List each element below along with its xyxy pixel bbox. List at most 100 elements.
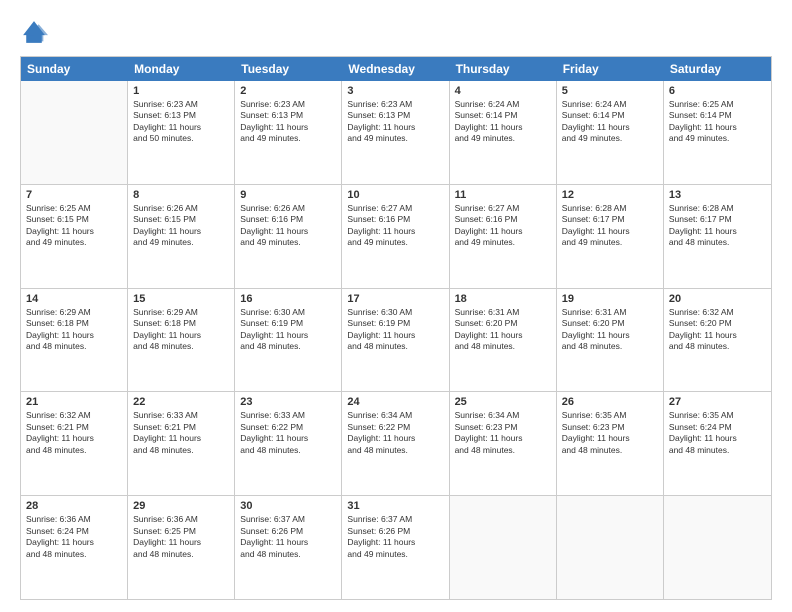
cell-content: Sunrise: 6:25 AM Sunset: 6:14 PM Dayligh… [669, 99, 766, 145]
cal-cell: 1 Sunrise: 6:23 AM Sunset: 6:13 PM Daylig… [128, 81, 235, 184]
day-number: 8 [133, 189, 229, 201]
day-number: 16 [240, 293, 336, 305]
cell-content: Sunrise: 6:23 AM Sunset: 6:13 PM Dayligh… [133, 99, 229, 145]
day-number: 23 [240, 396, 336, 408]
day-number: 22 [133, 396, 229, 408]
cell-content: Sunrise: 6:26 AM Sunset: 6:15 PM Dayligh… [133, 203, 229, 249]
cell-content: Sunrise: 6:24 AM Sunset: 6:14 PM Dayligh… [562, 99, 658, 145]
cal-cell: 17 Sunrise: 6:30 AM Sunset: 6:19 PM Dayli… [342, 289, 449, 392]
cell-content: Sunrise: 6:24 AM Sunset: 6:14 PM Dayligh… [455, 99, 551, 145]
cal-cell: 11 Sunrise: 6:27 AM Sunset: 6:16 PM Dayli… [450, 185, 557, 288]
header-day-saturday: Saturday [664, 57, 771, 81]
cal-cell [450, 496, 557, 599]
cal-cell: 9 Sunrise: 6:26 AM Sunset: 6:16 PM Daylig… [235, 185, 342, 288]
cell-content: Sunrise: 6:35 AM Sunset: 6:23 PM Dayligh… [562, 410, 658, 456]
header-day-friday: Friday [557, 57, 664, 81]
day-number: 7 [26, 189, 122, 201]
day-number: 10 [347, 189, 443, 201]
cal-cell: 14 Sunrise: 6:29 AM Sunset: 6:18 PM Dayli… [21, 289, 128, 392]
day-number: 31 [347, 500, 443, 512]
cell-content: Sunrise: 6:36 AM Sunset: 6:24 PM Dayligh… [26, 514, 122, 560]
cal-cell: 5 Sunrise: 6:24 AM Sunset: 6:14 PM Daylig… [557, 81, 664, 184]
cell-content: Sunrise: 6:27 AM Sunset: 6:16 PM Dayligh… [347, 203, 443, 249]
cal-cell: 18Sunrise: 6:31 AM Sunset: 6:20 PM Dayli… [450, 289, 557, 392]
cal-cell: 21 Sunrise: 6:32 AM Sunset: 6:21 PM Dayli… [21, 392, 128, 495]
day-number: 4 [455, 85, 551, 97]
header-day-wednesday: Wednesday [342, 57, 449, 81]
cal-cell: 30 Sunrise: 6:37 AM Sunset: 6:26 PM Dayli… [235, 496, 342, 599]
week-row-2: 7 Sunrise: 6:25 AM Sunset: 6:15 PM Daylig… [21, 185, 771, 289]
cal-cell: 2 Sunrise: 6:23 AM Sunset: 6:13 PM Daylig… [235, 81, 342, 184]
week-row-3: 14 Sunrise: 6:29 AM Sunset: 6:18 PM Dayli… [21, 289, 771, 393]
cell-content: Sunrise: 6:23 AM Sunset: 6:13 PM Dayligh… [347, 99, 443, 145]
cal-cell [21, 81, 128, 184]
cal-cell: 31 Sunrise: 6:37 AM Sunset: 6:26 PM Dayli… [342, 496, 449, 599]
day-number: 25 [455, 396, 551, 408]
day-number: 27 [669, 396, 766, 408]
week-row-5: 28 Sunrise: 6:36 AM Sunset: 6:24 PM Dayli… [21, 496, 771, 599]
cal-cell: 10 Sunrise: 6:27 AM Sunset: 6:16 PM Dayli… [342, 185, 449, 288]
header-day-sunday: Sunday [21, 57, 128, 81]
cal-cell: 12Sunrise: 6:28 AM Sunset: 6:17 PM Dayli… [557, 185, 664, 288]
day-number: 5 [562, 85, 658, 97]
day-number: 24 [347, 396, 443, 408]
week-row-4: 21 Sunrise: 6:32 AM Sunset: 6:21 PM Dayli… [21, 392, 771, 496]
cell-content: Sunrise: 6:30 AM Sunset: 6:19 PM Dayligh… [240, 307, 336, 353]
calendar-header: SundayMondayTuesdayWednesdayThursdayFrid… [21, 57, 771, 81]
cell-content: Sunrise: 6:31 AM Sunset: 6:20 PM Dayligh… [562, 307, 658, 353]
cell-content: Sunrise: 6:37 AM Sunset: 6:26 PM Dayligh… [347, 514, 443, 560]
cal-cell: 7 Sunrise: 6:25 AM Sunset: 6:15 PM Daylig… [21, 185, 128, 288]
cal-cell: 23Sunrise: 6:33 AM Sunset: 6:22 PM Dayli… [235, 392, 342, 495]
cal-cell: 27 Sunrise: 6:35 AM Sunset: 6:24 PM Dayli… [664, 392, 771, 495]
day-number: 30 [240, 500, 336, 512]
calendar-body: 1 Sunrise: 6:23 AM Sunset: 6:13 PM Daylig… [21, 81, 771, 599]
cal-cell [557, 496, 664, 599]
cal-cell: 20Sunrise: 6:32 AM Sunset: 6:20 PM Dayli… [664, 289, 771, 392]
day-number: 28 [26, 500, 122, 512]
day-number: 26 [562, 396, 658, 408]
header-day-thursday: Thursday [450, 57, 557, 81]
cell-content: Sunrise: 6:34 AM Sunset: 6:23 PM Dayligh… [455, 410, 551, 456]
cell-content: Sunrise: 6:23 AM Sunset: 6:13 PM Dayligh… [240, 99, 336, 145]
day-number: 18 [455, 293, 551, 305]
cal-cell: 4 Sunrise: 6:24 AM Sunset: 6:14 PM Daylig… [450, 81, 557, 184]
cal-cell: 15 Sunrise: 6:29 AM Sunset: 6:18 PM Dayli… [128, 289, 235, 392]
cal-cell: 19 Sunrise: 6:31 AM Sunset: 6:20 PM Dayli… [557, 289, 664, 392]
cal-cell: 6 Sunrise: 6:25 AM Sunset: 6:14 PM Daylig… [664, 81, 771, 184]
day-number: 6 [669, 85, 766, 97]
logo-icon [20, 18, 48, 46]
cell-content: Sunrise: 6:32 AM Sunset: 6:21 PM Dayligh… [26, 410, 122, 456]
cal-cell: 26 Sunrise: 6:35 AM Sunset: 6:23 PM Dayli… [557, 392, 664, 495]
header-day-tuesday: Tuesday [235, 57, 342, 81]
day-number: 3 [347, 85, 443, 97]
calendar: SundayMondayTuesdayWednesdayThursdayFrid… [20, 56, 772, 600]
cell-content: Sunrise: 6:25 AM Sunset: 6:15 PM Dayligh… [26, 203, 122, 249]
cell-content: Sunrise: 6:29 AM Sunset: 6:18 PM Dayligh… [26, 307, 122, 353]
cell-content: Sunrise: 6:37 AM Sunset: 6:26 PM Dayligh… [240, 514, 336, 560]
cell-content: Sunrise: 6:28 AM Sunset: 6:17 PM Dayligh… [562, 203, 658, 249]
day-number: 29 [133, 500, 229, 512]
cell-content: Sunrise: 6:35 AM Sunset: 6:24 PM Dayligh… [669, 410, 766, 456]
cal-cell: 29Sunrise: 6:36 AM Sunset: 6:25 PM Dayli… [128, 496, 235, 599]
cell-content: Sunrise: 6:27 AM Sunset: 6:16 PM Dayligh… [455, 203, 551, 249]
cell-content: Sunrise: 6:26 AM Sunset: 6:16 PM Dayligh… [240, 203, 336, 249]
day-number: 14 [26, 293, 122, 305]
day-number: 13 [669, 189, 766, 201]
day-number: 1 [133, 85, 229, 97]
cal-cell: 16 Sunrise: 6:30 AM Sunset: 6:19 PM Dayli… [235, 289, 342, 392]
day-number: 19 [562, 293, 658, 305]
day-number: 9 [240, 189, 336, 201]
cal-cell: 28 Sunrise: 6:36 AM Sunset: 6:24 PM Dayli… [21, 496, 128, 599]
day-number: 2 [240, 85, 336, 97]
day-number: 17 [347, 293, 443, 305]
cal-cell: 13 Sunrise: 6:28 AM Sunset: 6:17 PM Dayli… [664, 185, 771, 288]
day-number: 15 [133, 293, 229, 305]
cell-content: Sunrise: 6:34 AM Sunset: 6:22 PM Dayligh… [347, 410, 443, 456]
cell-content: Sunrise: 6:30 AM Sunset: 6:19 PM Dayligh… [347, 307, 443, 353]
week-row-1: 1 Sunrise: 6:23 AM Sunset: 6:13 PM Daylig… [21, 81, 771, 185]
day-number: 21 [26, 396, 122, 408]
cell-content: Sunrise: 6:28 AM Sunset: 6:17 PM Dayligh… [669, 203, 766, 249]
header-day-monday: Monday [128, 57, 235, 81]
day-number: 11 [455, 189, 551, 201]
cell-content: Sunrise: 6:29 AM Sunset: 6:18 PM Dayligh… [133, 307, 229, 353]
